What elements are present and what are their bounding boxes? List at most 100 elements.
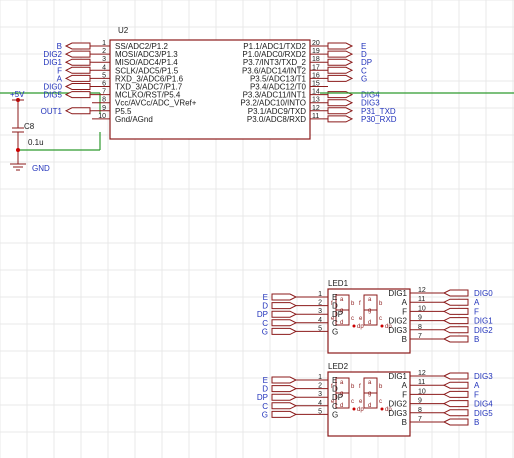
segment-label: c [351,316,354,322]
gnd-label: GND [32,164,50,173]
net-flag [442,317,469,325]
net-flag [442,289,469,297]
net-label: OUT1 [41,107,63,116]
net-flag [64,74,91,82]
net-label: DIG0 [474,289,493,298]
mcu-u2[interactable]: U2 1 SS/ADC2/P1.2B2 MOSI/ADC3/P1.3DIG23 MIS… [41,26,397,140]
net-label: B [474,335,479,344]
net-flag [442,335,469,343]
net-flag [442,381,469,389]
led-pin-name: DIG3 [388,409,407,418]
decimal-point [380,407,384,411]
u2-pin-number: 11 [312,113,319,120]
net-flag [64,58,91,66]
led-display-led2[interactable]: LED2af bge cddpaf bge cddp1 EE2 DD3 DPDP4 CC5 GG1… [257,362,493,437]
led-pin-number: 11 [418,379,425,386]
net-label: A [474,381,480,390]
led-pin-number: 5 [318,325,322,332]
net-label: B [474,418,479,427]
led-ref: LED2 [328,362,349,371]
net-flag [271,376,298,384]
u2-pin-number: 18 [312,56,320,63]
led-pin-name: B [402,335,407,344]
led-pin-number: 1 [318,291,322,298]
net-flag [64,50,91,58]
led-pin-number: 12 [418,287,426,294]
led-pin-number: 10 [418,388,426,395]
led-pin-name: DIG2 [388,317,407,326]
cap-ref: C8 [24,122,35,131]
decimal-point [352,324,356,328]
net-flag [271,302,298,310]
net-label: DIG4 [474,400,493,409]
cap-value: 0.1u [28,138,44,147]
u2-pin-number: 13 [312,97,320,104]
segment-label: dp [357,324,364,330]
u2-pin-name: P3.0/ADC8/RXD [247,115,306,124]
net-label: DIG5 [474,409,493,418]
decimal-point [352,407,356,411]
led-pin-name: DIG2 [388,400,407,409]
u2-pin-number: 1 [102,40,106,47]
vcc-label: +5V [10,90,25,99]
net-flag [442,418,469,426]
net-flag [327,74,354,82]
u2-pin-number: 9 [102,105,106,112]
led-pin-number: 9 [418,315,422,322]
net-label: G [361,74,367,83]
u2-pin-number: 12 [312,105,320,112]
led-pin-number: 4 [318,400,322,407]
segment-label: g [368,391,371,397]
net-flag [271,410,298,418]
u2-pin-number: 14 [312,89,320,96]
net-flag [271,402,298,410]
segment-label: c [379,399,382,405]
led-pin-number: 10 [418,305,426,312]
led-pin-number: 2 [318,383,322,390]
net-label: F [474,307,479,316]
segment-label: d [340,403,343,409]
net-flag [271,293,298,301]
led-pin-name: DIG1 [388,289,407,298]
led-pin-number: 5 [318,408,322,415]
net-flag [271,393,298,401]
u2-pin-number: 4 [102,64,106,71]
net-flag [327,66,354,74]
junction-dot-gnd [16,148,20,152]
segment-label: d [340,320,343,326]
net-flag [64,107,91,115]
led-pin-name: F [402,390,407,399]
segment-label: dp [357,407,364,413]
net-flag [327,99,354,107]
u2-pin-number: 8 [102,97,106,104]
led-display-led1[interactable]: LED1af bge cddpaf bge cddp1 EE2 DD3 DPDP4 CC5 GG1… [257,279,493,354]
u2-pin-number: 7 [102,89,106,96]
net-flag [64,91,91,99]
net-flag [271,310,298,318]
u2-pin-number: 2 [102,48,106,55]
led-pin-name: F [402,307,407,316]
u2-pin-name: Gnd/AGnd [115,115,153,124]
net-flag [442,326,469,334]
net-label: DIG1 [474,317,493,326]
led-pin-name: B [402,418,407,427]
net-flag [64,66,91,74]
net-flag [327,50,354,58]
led-pin-number: 3 [318,391,322,398]
segment-label: d [368,403,371,409]
segment-label: d [368,320,371,326]
u2-pin-number: 6 [102,81,106,88]
net-flag [327,42,354,50]
net-label: A [474,298,480,307]
net-flag [442,390,469,398]
led-pin-number: 8 [418,324,422,331]
net-flag [271,385,298,393]
net-flag [442,409,469,417]
u2-pin-number: 3 [102,56,106,63]
u2-pin-number: 5 [102,72,106,79]
led-pin-number: 3 [318,308,322,315]
net-flag [442,298,469,306]
led-pin-number: 2 [318,300,322,307]
u2-ref: U2 [118,26,129,35]
led-pin-number: 7 [418,416,422,423]
